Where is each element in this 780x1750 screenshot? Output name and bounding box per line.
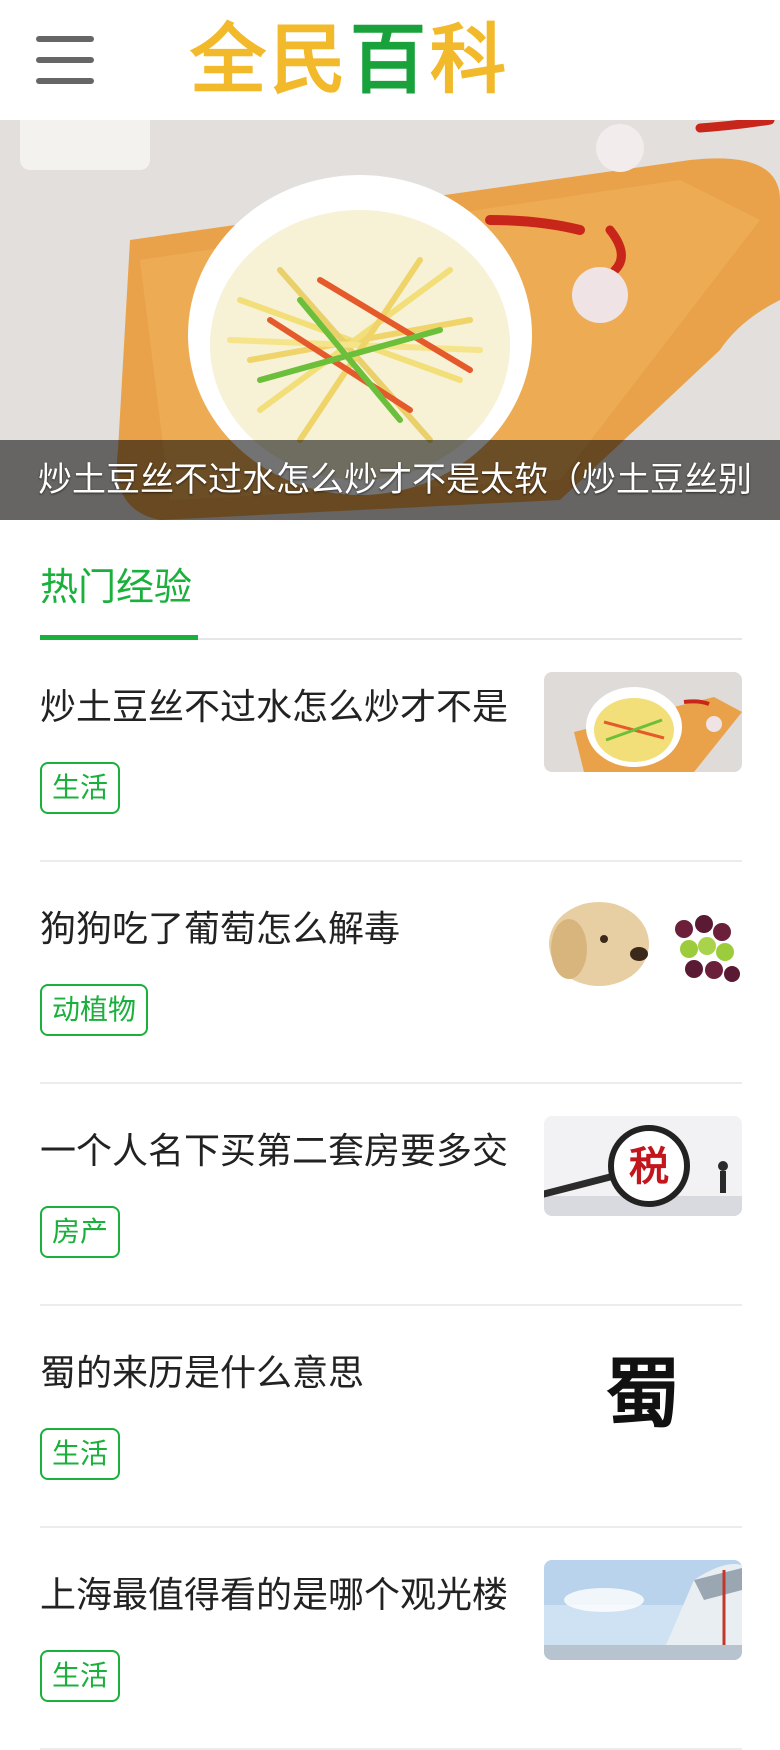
shu-character: 蜀: [605, 1349, 681, 1438]
category-tag[interactable]: 动植物: [40, 984, 149, 1036]
site-logo[interactable]: 全民百科: [190, 18, 510, 102]
list-item[interactable]: 蜀的来历是什么意思 生活 蜀: [40, 1306, 742, 1528]
tab-hot-experience[interactable]: 热门经验: [40, 562, 199, 640]
dog-and-grapes-thumbnail[interactable]: [544, 894, 742, 994]
item-title[interactable]: 上海最值得看的是哪个观光楼: [40, 1566, 510, 1626]
hamburger-menu-icon[interactable]: [36, 36, 94, 84]
section-header: 热门经验: [40, 520, 742, 640]
list-item[interactable]: 一个人名下买第二套房要多交 房产 税: [40, 1084, 742, 1306]
item-title[interactable]: 炒土豆丝不过水怎么炒才不是: [40, 678, 510, 738]
item-title[interactable]: 狗狗吃了葡萄怎么解毒: [40, 900, 510, 960]
shredded-potato-dish-thumbnail[interactable]: [544, 672, 742, 772]
logo-char: 科: [430, 15, 510, 104]
item-title[interactable]: 蜀的来历是什么意思: [40, 1344, 510, 1404]
list-item[interactable]: 炒土豆丝不过水怎么炒才不是 生活: [40, 640, 742, 862]
category-tag[interactable]: 生活: [40, 762, 121, 814]
list-item[interactable]: 上海最值得看的是哪个观光楼 生活: [40, 1528, 742, 1750]
category-tag[interactable]: 生活: [40, 1650, 121, 1702]
category-tag[interactable]: 生活: [40, 1428, 121, 1480]
tax-magnifier-thumbnail[interactable]: 税: [544, 1116, 742, 1216]
top-header: 全民百科: [0, 0, 780, 120]
item-title[interactable]: 一个人名下买第二套房要多交: [40, 1122, 510, 1182]
category-tag[interactable]: 房产: [40, 1206, 121, 1258]
shu-character-thumbnail[interactable]: 蜀: [544, 1338, 742, 1438]
shanghai-building-thumbnail[interactable]: [544, 1560, 742, 1660]
tax-character: 税: [629, 1144, 669, 1190]
featured-banner[interactable]: 炒土豆丝不过水怎么炒才不是太软（炒土豆丝别: [0, 120, 780, 520]
list-item[interactable]: 狗狗吃了葡萄怎么解毒 动植物: [40, 862, 742, 1084]
logo-char: 民: [270, 15, 350, 104]
banner-caption[interactable]: 炒土豆丝不过水怎么炒才不是太软（炒土豆丝别: [0, 440, 780, 520]
logo-char: 全: [190, 15, 270, 104]
logo-char: 百: [350, 15, 430, 104]
